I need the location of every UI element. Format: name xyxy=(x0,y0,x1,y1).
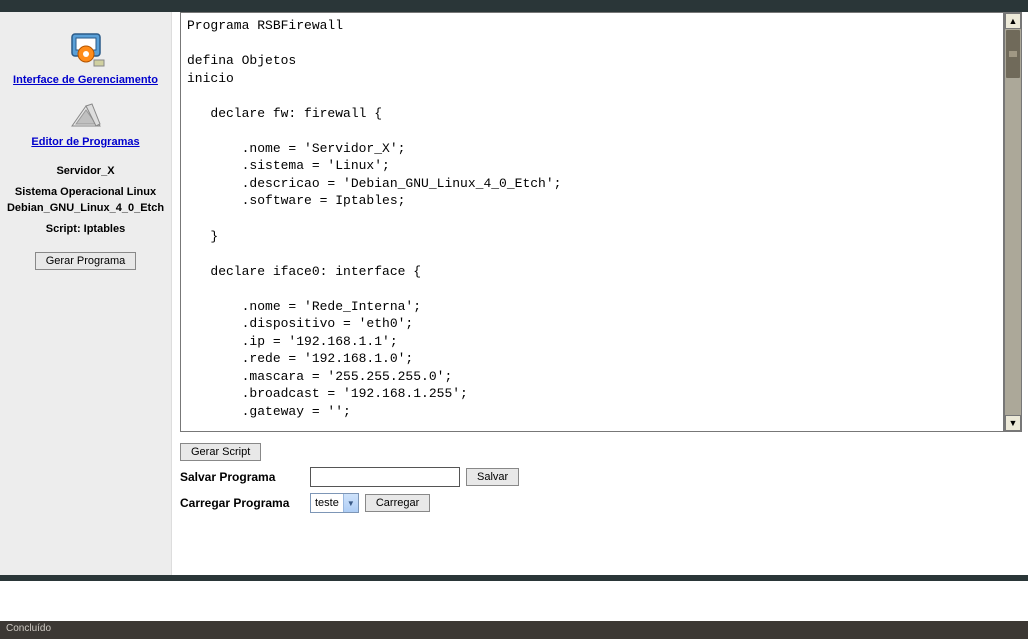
os-info: Sistema Operacional Linux Debian_GNU_Lin… xyxy=(4,185,167,216)
generate-script-button[interactable]: Gerar Script xyxy=(180,443,261,461)
os-line1: Sistema Operacional Linux xyxy=(4,185,167,200)
main-panel: ▲ ▼ Gerar Script Salvar Programa Salvar … xyxy=(172,12,1028,575)
save-program-label: Salvar Programa xyxy=(180,470,310,484)
load-program-select[interactable]: teste ▼ xyxy=(310,493,359,513)
editor-link[interactable]: Editor de Programas xyxy=(0,136,171,148)
management-icon xyxy=(0,30,171,70)
load-program-label: Carregar Programa xyxy=(180,496,310,510)
save-program-input[interactable] xyxy=(310,467,460,487)
load-program-select-value: teste xyxy=(311,496,343,510)
chevron-down-icon[interactable]: ▼ xyxy=(343,494,358,512)
code-editor-wrap: ▲ ▼ xyxy=(172,12,1028,435)
os-line2: Debian_GNU_Linux_4_0_Etch xyxy=(4,201,167,216)
vertical-scrollbar[interactable]: ▲ ▼ xyxy=(1004,12,1022,432)
sidebar: Interface de Gerenciamento Editor de Pro… xyxy=(0,12,172,575)
status-text: Concluído xyxy=(6,623,51,634)
editor-icon xyxy=(0,102,171,132)
status-bar: Concluído xyxy=(0,621,1028,639)
save-button[interactable]: Salvar xyxy=(466,468,519,486)
server-name-label: Servidor_X xyxy=(4,164,167,179)
load-button[interactable]: Carregar xyxy=(365,494,430,512)
controls-panel: Gerar Script Salvar Programa Salvar Carr… xyxy=(180,443,1028,513)
window-topbar xyxy=(0,0,1028,12)
main-container: Interface de Gerenciamento Editor de Pro… xyxy=(0,12,1028,575)
scroll-up-arrow[interactable]: ▲ xyxy=(1005,13,1021,29)
code-editor[interactable] xyxy=(180,12,1004,432)
footer-gap xyxy=(0,581,1028,621)
scroll-down-arrow[interactable]: ▼ xyxy=(1005,415,1021,431)
management-link[interactable]: Interface de Gerenciamento xyxy=(0,74,171,86)
script-info: Script: Iptables xyxy=(4,222,167,237)
scroll-thumb[interactable] xyxy=(1006,30,1020,78)
generate-program-button[interactable]: Gerar Programa xyxy=(35,252,136,270)
